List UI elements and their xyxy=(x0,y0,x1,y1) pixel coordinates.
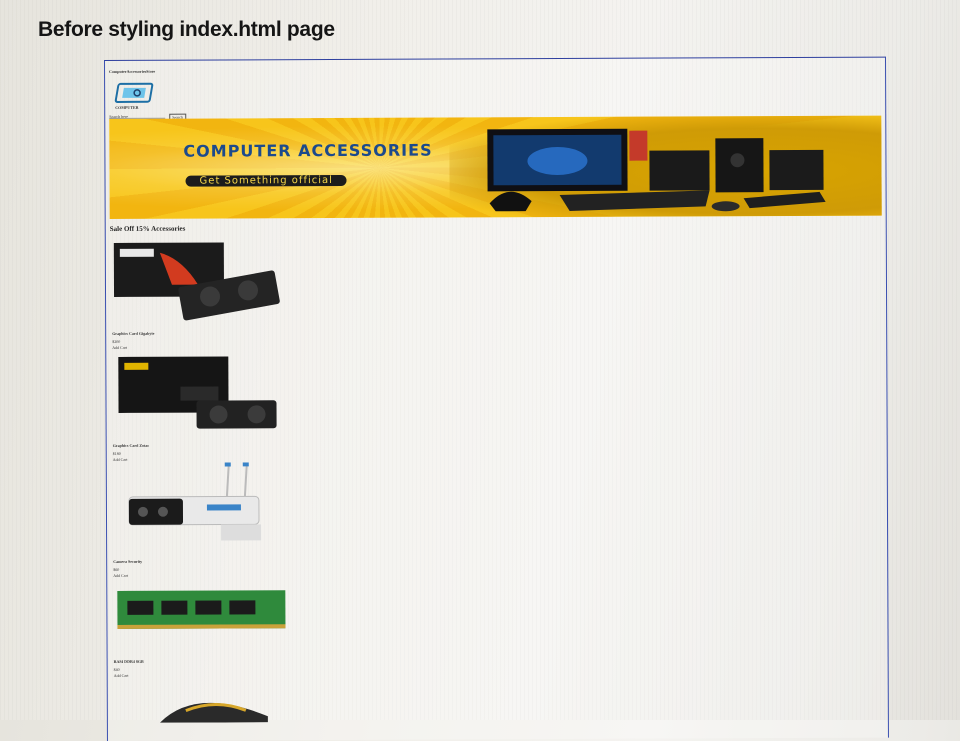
product-price: $40 xyxy=(113,666,120,672)
logo-label: COMPUTER xyxy=(115,104,139,110)
add-cart-link[interactable]: Add Cart xyxy=(113,457,128,462)
security-camera-icon xyxy=(128,462,262,541)
product-card: Camera Security $60 Add Cart xyxy=(111,462,292,581)
hero-banner: COMPUTER ACCESSORIES Get Something offic… xyxy=(109,115,882,219)
computer-devices-icon xyxy=(487,128,826,212)
graphics-card-icon xyxy=(113,242,280,321)
add-cart-link[interactable]: Add Cart xyxy=(113,573,128,578)
ram-module-icon xyxy=(117,590,286,629)
graphics-card-icon xyxy=(118,356,277,429)
product-name: RAM DDR4 8GB xyxy=(113,658,144,664)
product-name: Graphics Card Zotac xyxy=(112,442,150,448)
product-price: $200 xyxy=(112,338,121,344)
product-card: RAM DDR4 8GB $40 Add Cart xyxy=(111,580,292,701)
add-cart-link[interactable]: Add Cart xyxy=(112,345,127,350)
banner-title: COMPUTER ACCESSORIES xyxy=(183,140,433,161)
sale-section-title: Sale Off 15% Accessories xyxy=(109,224,186,233)
product-price: $180 xyxy=(112,450,121,456)
mouse-icon xyxy=(159,702,268,723)
browser-page-frame: ComputerAccessoriesStore COMPUTER Search… xyxy=(104,56,889,741)
page-caption: Before styling index.html page xyxy=(38,18,335,41)
product-card: Graphics Card Zotac $180 Add Cart xyxy=(110,354,290,465)
site-title: ComputerAccessoriesStore xyxy=(109,68,156,74)
product-name: Graphics Card Gigabyte xyxy=(112,330,155,336)
product-price: $60 xyxy=(113,566,120,572)
product-name: Camera Security xyxy=(113,558,143,564)
banner-tagline: Get Something official xyxy=(185,174,347,187)
add-cart-link[interactable]: Add Cart xyxy=(114,673,129,678)
product-card: Graphics Card Gigabyte $200 Add Cart xyxy=(110,238,290,350)
computer-logo-icon xyxy=(114,82,154,103)
